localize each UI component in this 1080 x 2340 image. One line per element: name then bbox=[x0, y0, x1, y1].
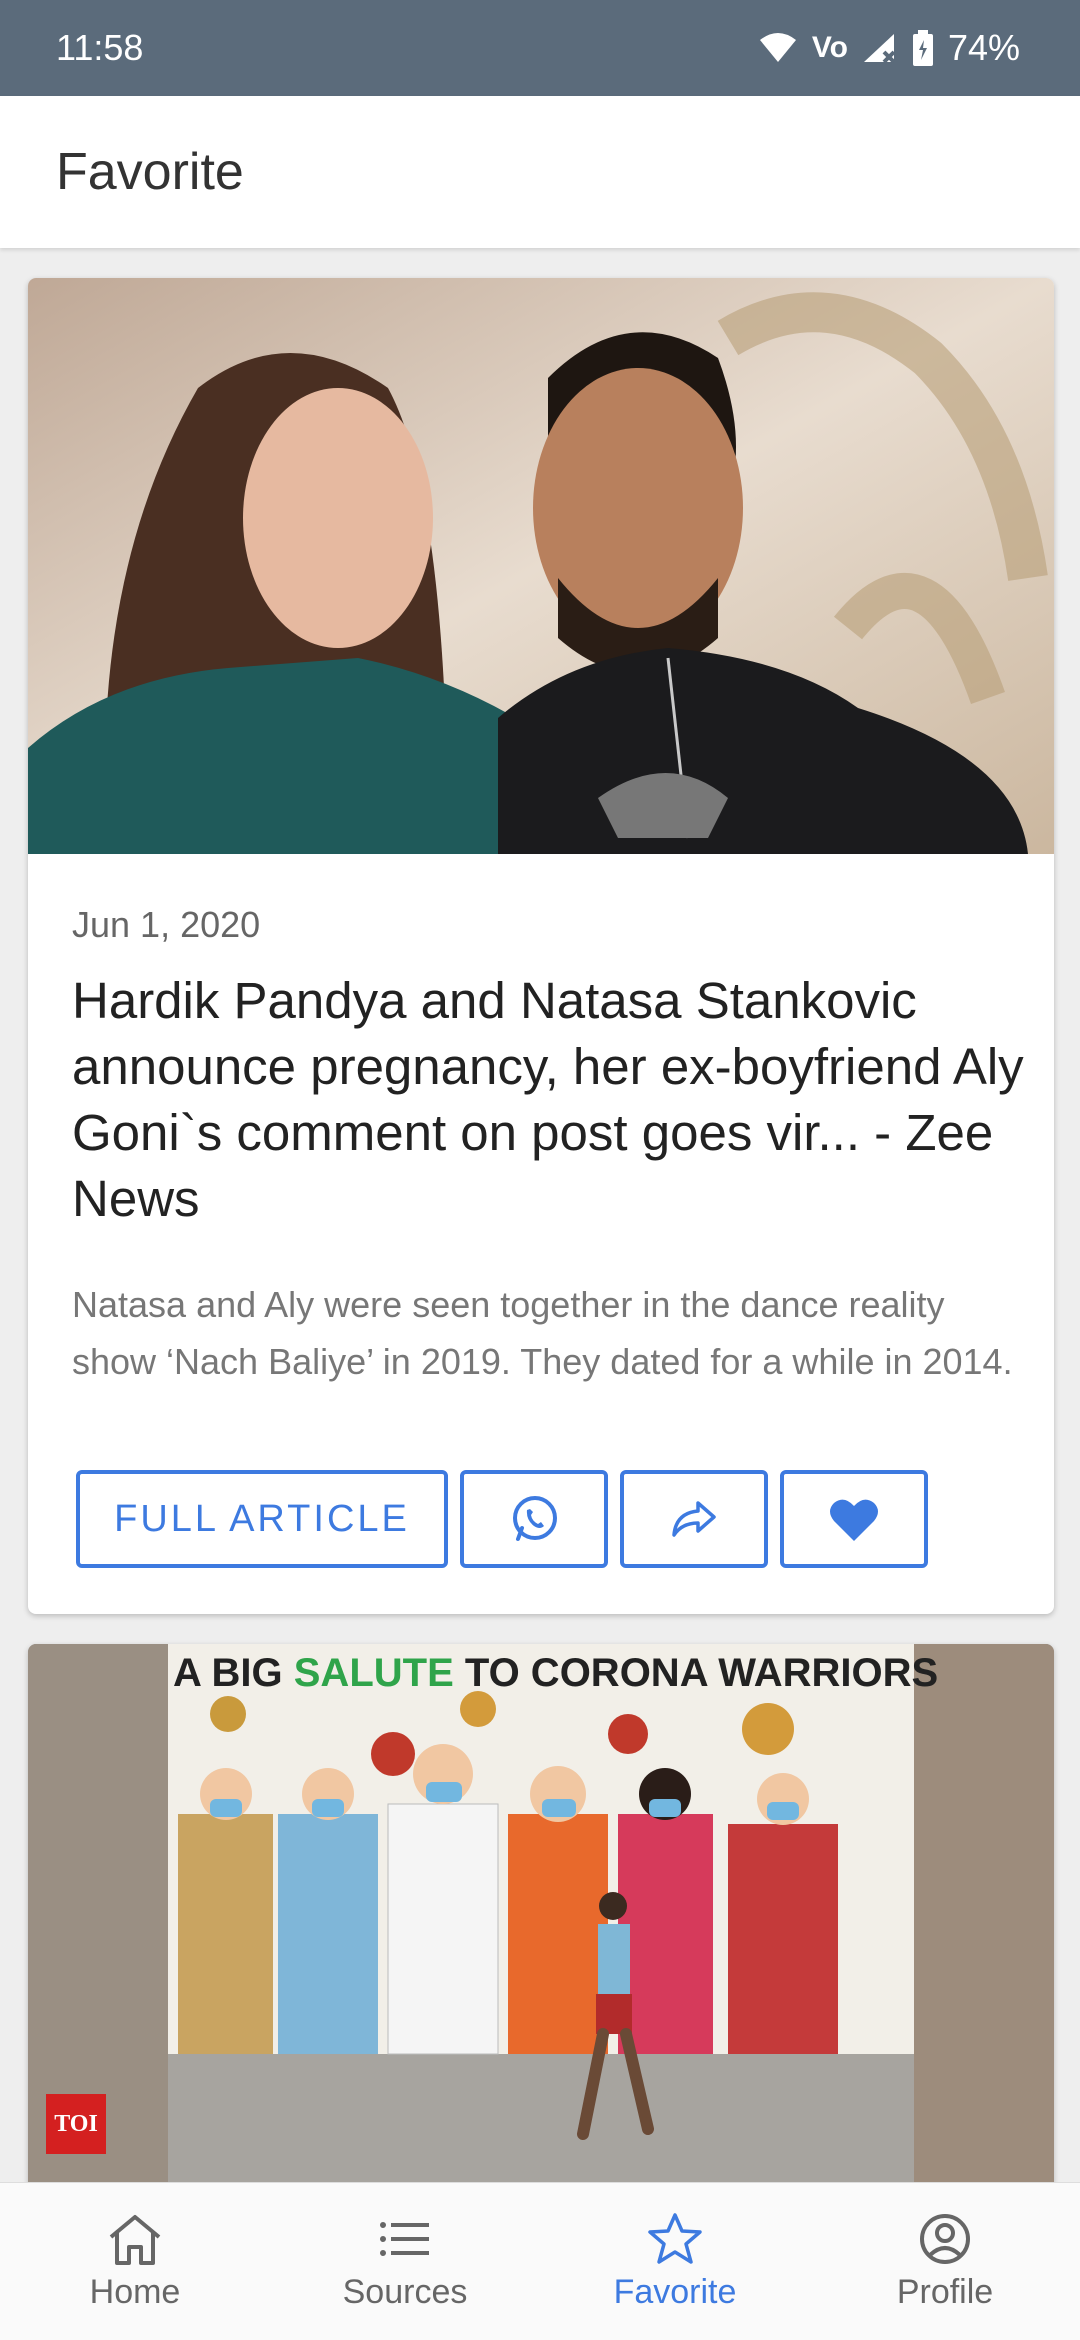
battery-icon bbox=[912, 30, 933, 66]
article-description: Natasa and Aly were seen together in the… bbox=[72, 1284, 1013, 1382]
whatsapp-icon bbox=[513, 1496, 557, 1541]
page-title: Favorite bbox=[56, 143, 244, 201]
full-article-button[interactable]: FULL ARTICLE bbox=[76, 1470, 448, 1568]
nav-home[interactable]: Home bbox=[0, 2183, 270, 2340]
favorite-toggle-button[interactable] bbox=[780, 1470, 928, 1568]
signal-icon bbox=[863, 34, 896, 64]
wifi-icon bbox=[759, 33, 796, 62]
share-icon bbox=[672, 1501, 716, 1537]
article-body: Jun 1, 2020 Hardik Pandya and Natasa Sta… bbox=[72, 854, 1030, 1390]
star-icon bbox=[648, 2213, 702, 2264]
article-card[interactable]: Jun 1, 2020 Hardik Pandya and Natasa Sta… bbox=[28, 278, 1054, 1614]
heart-icon bbox=[830, 1499, 878, 1541]
favorites-feed[interactable]: Jun 1, 2020 Hardik Pandya and Natasa Sta… bbox=[0, 248, 1080, 2182]
nav-sources-label: Sources bbox=[342, 2273, 468, 2311]
bottom-navigation: Home Sources Favorite Profile bbox=[0, 2182, 1080, 2340]
nav-favorite[interactable]: Favorite bbox=[540, 2183, 810, 2340]
status-bar: 11:58 Vo 74% bbox=[0, 0, 1080, 96]
whatsapp-share-button[interactable] bbox=[460, 1470, 608, 1568]
source-logo: TOI bbox=[46, 2094, 106, 2154]
article-image[interactable]: A BIG SALUTE TO CORONA WARRIORS bbox=[28, 1644, 1054, 2182]
nav-sources[interactable]: Sources bbox=[270, 2183, 540, 2340]
app-bar: Favorite bbox=[0, 96, 1080, 248]
home-icon bbox=[109, 2215, 161, 2265]
article-card[interactable]: A BIG SALUTE TO CORONA WARRIORS TOI bbox=[28, 1644, 1054, 2182]
nav-profile[interactable]: Profile bbox=[810, 2183, 1080, 2340]
svg-text:A BIG SALUTE TO CORONA WARRIOR: A BIG SALUTE TO CORONA WARRIORS bbox=[173, 1651, 938, 1695]
nav-home-label: Home bbox=[89, 2273, 181, 2311]
article-actions: FULL ARTICLE bbox=[76, 1470, 928, 1568]
status-icons: Vo 74% bbox=[758, 27, 1020, 69]
status-time: 11:58 bbox=[56, 27, 144, 68]
nav-profile-label: Profile bbox=[896, 2273, 994, 2311]
mural-text-suffix: TO CORONA WARRIORS bbox=[454, 1651, 938, 1695]
article-date: Jun 1, 2020 bbox=[72, 904, 261, 945]
article-title[interactable]: Hardik Pandya and Natasa Stankovic annou… bbox=[72, 968, 1030, 1232]
mural-text-highlight: SALUTE bbox=[294, 1651, 454, 1695]
list-icon bbox=[380, 2222, 429, 2256]
mural-text-prefix: A BIG bbox=[173, 1651, 294, 1695]
nav-favorite-label: Favorite bbox=[613, 2273, 737, 2311]
battery-percent: 74% bbox=[947, 27, 1020, 68]
article-image[interactable] bbox=[28, 278, 1054, 854]
profile-icon bbox=[920, 2214, 970, 2264]
share-button[interactable] bbox=[620, 1470, 768, 1568]
volte-label: Vo bbox=[811, 31, 848, 64]
